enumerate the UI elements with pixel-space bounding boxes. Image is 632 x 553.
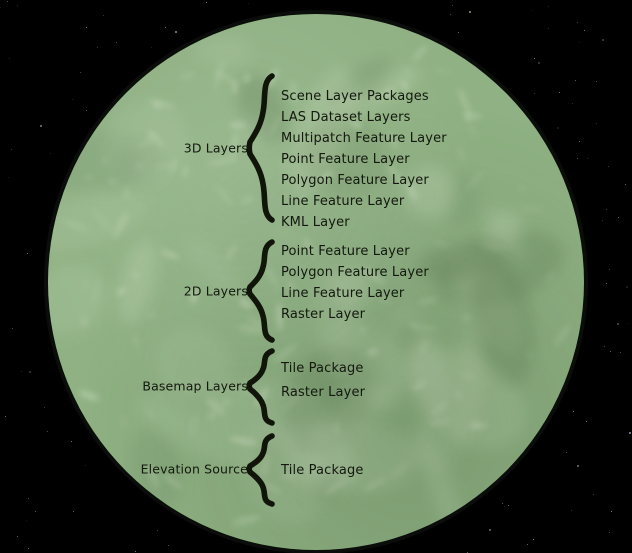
layer-types-diagram: 3D Layers Scene Layer Packages LAS Datas… [0,0,632,553]
list-item: KML Layer [281,215,350,230]
group-label-2d-layers: 2D Layers [183,283,248,299]
list-item: Scene Layer Packages [281,89,429,104]
list-item: Raster Layer [281,385,366,400]
list-item: Raster Layer [281,307,366,322]
list-item: Multipatch Feature Layer [281,131,447,146]
diagram-canvas: 3D Layers Scene Layer Packages LAS Datas… [0,0,632,553]
curly-brace-basemap-layers [246,347,280,431]
list-item: Line Feature Layer [281,194,405,209]
list-item: Point Feature Layer [281,152,410,167]
list-item: Point Feature Layer [281,244,410,259]
curly-brace-elevation-source [246,432,280,512]
list-item: Tile Package [281,463,364,478]
curly-brace-3d-layers [246,72,280,228]
group-label-3d-layers: 3D Layers [183,140,248,156]
list-item: LAS Dataset Layers [281,110,411,125]
group-label-elevation-source: Elevation Source [140,461,248,477]
list-item: Tile Package [281,361,364,376]
list-item: Line Feature Layer [281,286,405,301]
list-item: Polygon Feature Layer [281,173,429,188]
curly-brace-2d-layers [246,238,280,348]
group-label-basemap-layers: Basemap Layers [142,378,248,394]
list-item: Polygon Feature Layer [281,265,429,280]
